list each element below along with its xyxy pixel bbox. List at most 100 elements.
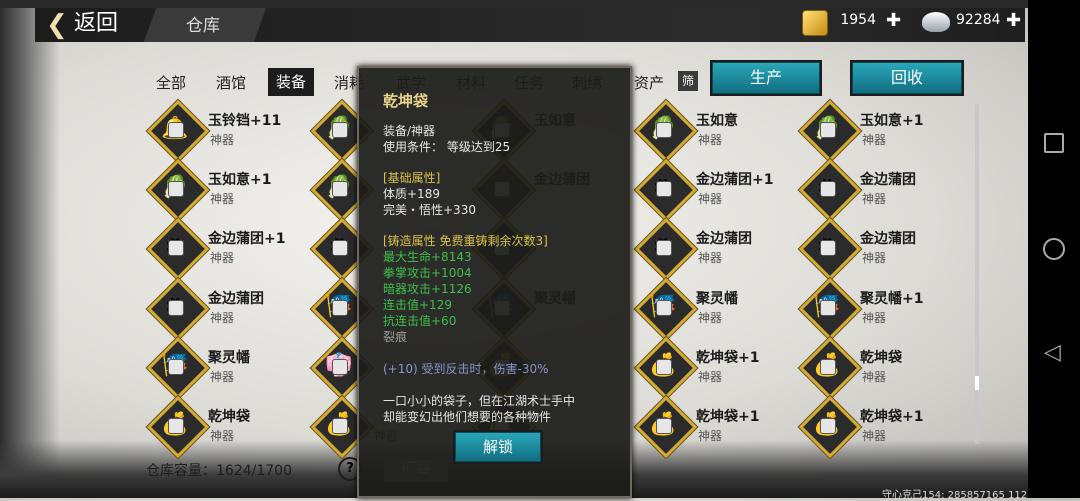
home-icon[interactable] (1043, 238, 1065, 260)
lock-icon (656, 300, 672, 316)
grid-item[interactable]: 💰乾坤袋神器 (146, 395, 302, 459)
back-button[interactable]: 返回 (74, 9, 118, 39)
item-name: 金边蒲团+1 (208, 231, 286, 247)
nav-back-icon[interactable]: ◁ (1044, 340, 1061, 365)
item-name: 聚灵幡 (208, 350, 250, 366)
grid-item[interactable]: 🎏聚灵幡+1神器 (798, 277, 954, 341)
grid-item[interactable]: 💰乾坤袋神器 (798, 336, 954, 400)
gold-amount: 1954 (840, 12, 876, 28)
grid-item[interactable]: 🔔玉铃铛+11神器 (146, 99, 302, 163)
ink-decoration-left (0, 0, 60, 498)
lock-icon (332, 300, 348, 316)
item-name: 聚灵幡 (696, 291, 738, 307)
lock-icon (332, 181, 348, 197)
item-name: 乾坤袋+1 (696, 350, 760, 366)
item-type: 神器 (210, 429, 235, 443)
grid-item[interactable]: 💰乾坤袋+1神器 (634, 336, 790, 400)
grid-item[interactable]: 🥬玉如意+1神器 (798, 99, 954, 163)
tab-equipment[interactable]: 装备 (268, 68, 315, 96)
item-type: 神器 (210, 311, 235, 325)
item-type: 神器 (698, 370, 723, 384)
item-type: 神器 (698, 311, 723, 325)
item-type: 神器 (698, 251, 723, 265)
item-type: 神器 (862, 251, 887, 265)
item-name: 金边蒲团 (860, 231, 916, 247)
item-type: 神器 (862, 370, 887, 384)
back-arrow-icon[interactable]: ❮ (46, 10, 68, 40)
grid-item[interactable]: 🎏聚灵幡神器 (634, 277, 790, 341)
warehouse-capacity: 仓库容量：1624/1700 (146, 463, 292, 479)
lock-icon (820, 418, 836, 434)
tooltip-effect: (+10) 受到反击时，伤害-30% (383, 362, 549, 376)
grid-item[interactable]: 🎏聚灵幡神器 (146, 336, 302, 400)
recycle-button[interactable]: 回收 (852, 62, 962, 94)
item-name: 金边蒲团 (208, 291, 264, 307)
recent-apps-icon[interactable] (1044, 133, 1064, 153)
status-strip (0, 0, 1080, 8)
item-name: 玉铃铛+11 (208, 113, 282, 129)
grid-item[interactable]: ⛭金边蒲团+1神器 (634, 158, 790, 222)
lock-icon (168, 122, 184, 138)
lock-icon (820, 122, 836, 138)
add-silver-icon[interactable]: ✚ (1006, 11, 1021, 31)
filter-button[interactable]: 筛 (678, 71, 698, 91)
tooltip-category: 装备/神器 (383, 124, 436, 138)
lock-icon (168, 418, 184, 434)
item-type: 神器 (698, 429, 723, 443)
item-type: 神器 (862, 429, 887, 443)
item-name: 乾坤袋+1 (696, 409, 760, 425)
item-name: 玉如意+1 (208, 172, 272, 188)
unlock-button[interactable]: 解锁 (455, 432, 541, 462)
grid-item[interactable]: ⛭金边蒲团神器 (798, 158, 954, 222)
tab-assets[interactable]: 资产 (634, 72, 664, 93)
grid-item[interactable]: 🥬玉如意+1神器 (146, 158, 302, 222)
lock-icon (656, 359, 672, 375)
scrollbar-thumb[interactable] (975, 376, 979, 390)
lock-icon (820, 181, 836, 197)
gold-ingot-icon (802, 10, 828, 36)
item-type: 神器 (698, 192, 723, 206)
item-type: 神器 (862, 133, 887, 147)
tooltip-crack: 裂痕 (383, 330, 408, 344)
grid-item[interactable]: 🥬玉如意神器 (634, 99, 790, 163)
grid-item[interactable]: ⛭金边蒲团神器 (634, 217, 790, 281)
add-gold-icon[interactable]: ✚ (886, 11, 901, 31)
tooltip-description: 一口小小的袋子，但在江湖术士手中 (383, 394, 576, 408)
scrollbar-track[interactable] (975, 104, 979, 444)
item-name: 玉如意+1 (860, 113, 924, 129)
lock-icon (168, 359, 184, 375)
grid-item[interactable]: ⛭金边蒲团+1神器 (146, 217, 302, 281)
item-name: 聚灵幡+1 (860, 291, 924, 307)
produce-button[interactable]: 生产 (712, 62, 820, 94)
item-type: 神器 (698, 133, 723, 147)
tooltip-forge-stat: 暗器攻击+1126 (383, 282, 472, 296)
lock-icon (168, 181, 184, 197)
tooltip-forge-stat: 抗连击值+60 (383, 314, 457, 328)
lock-icon (820, 240, 836, 256)
item-tooltip: 乾坤袋 装备/神器 使用条件： 等级达到25 [基础属性] 体质+189 完美・… (357, 66, 632, 498)
silver-ingot-icon (922, 12, 950, 32)
lock-icon (332, 418, 348, 434)
item-name: 乾坤袋 (208, 409, 250, 425)
page-title: 仓库 (186, 16, 220, 36)
grid-item[interactable]: ⛭金边蒲团神器 (146, 277, 302, 341)
tab-all[interactable]: 全部 (156, 72, 186, 93)
item-type: 神器 (210, 133, 235, 147)
lock-icon (168, 300, 184, 316)
item-type: 神器 (862, 192, 887, 206)
item-type: 神器 (862, 311, 887, 325)
tooltip-base-stat: 体质+189 (383, 187, 440, 201)
tooltip-base-stat: 完美・悟性+330 (383, 203, 476, 217)
grid-item[interactable]: 💰乾坤袋+1神器 (634, 395, 790, 459)
tooltip-forge-header: [铸造属性 免费重铸剩余次数3] (383, 234, 548, 248)
grid-item[interactable]: ⛭金边蒲团神器 (798, 217, 954, 281)
item-name: 金边蒲团+1 (696, 172, 774, 188)
lock-icon (332, 122, 348, 138)
item-name: 金边蒲团 (860, 172, 916, 188)
item-type: 神器 (210, 192, 235, 206)
tooltip-requirement: 使用条件： 等级达到25 (383, 140, 511, 154)
tooltip-forge-stat: 最大生命+8143 (383, 250, 472, 264)
lock-icon (820, 300, 836, 316)
grid-item[interactable]: 💰乾坤袋+1神器 (798, 395, 954, 459)
tab-tavern[interactable]: 酒馆 (216, 72, 246, 93)
